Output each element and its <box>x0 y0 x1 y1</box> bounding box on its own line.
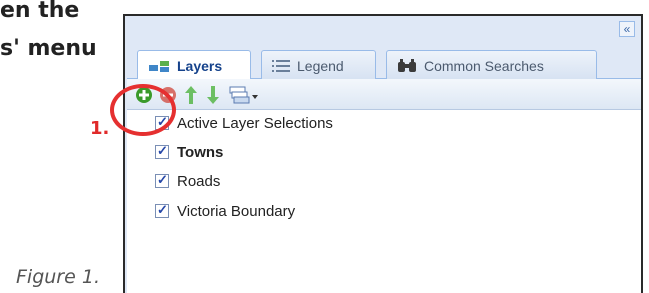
layer-row-towns[interactable]: Towns <box>155 141 223 163</box>
collapse-panel-button[interactable]: « <box>619 21 635 37</box>
tab-legend-label: Legend <box>297 57 344 74</box>
instruction-text-line-1: en the <box>0 0 80 23</box>
layer-row-victoria-boundary[interactable]: Victoria Boundary <box>155 200 295 222</box>
move-up-icon[interactable] <box>185 86 197 104</box>
layer-row-active-selections[interactable]: Active Layer Selections <box>155 112 333 134</box>
move-down-icon[interactable] <box>207 86 219 104</box>
tab-common-searches-label: Common Searches <box>424 57 544 74</box>
layers-panel: « Layers Legend Common Searches ✓ Active… <box>123 14 643 293</box>
layer-label: Active Layer Selections <box>177 114 333 132</box>
binoculars-icon <box>398 58 416 72</box>
figure-caption: Figure 1. <box>16 266 100 288</box>
highlight-circle-annotation <box>110 84 176 136</box>
tab-legend[interactable]: Legend <box>261 50 376 80</box>
layer-checkbox[interactable] <box>155 202 169 218</box>
layer-checkbox[interactable] <box>155 172 169 188</box>
layers-toolbar <box>127 79 641 110</box>
layer-label: Roads <box>177 172 221 190</box>
layer-row-roads[interactable]: Roads <box>155 170 220 192</box>
layer-options-icon[interactable] <box>229 85 259 105</box>
layer-checkbox[interactable] <box>155 143 169 159</box>
layer-label: Towns <box>177 143 224 161</box>
tab-common-searches[interactable]: Common Searches <box>386 50 597 80</box>
tab-layers-label: Layers <box>177 58 223 74</box>
instruction-text-line-2: s' menu <box>0 36 97 61</box>
panel-tabbar: Layers Legend Common Searches <box>127 46 641 81</box>
layer-label: Victoria Boundary <box>177 202 296 220</box>
layer-tree: Active Layer Selections Towns Roads Vict… <box>127 110 641 293</box>
tab-layers[interactable]: Layers <box>137 50 251 81</box>
layers-icon <box>149 61 169 72</box>
step-number-label: 1. <box>90 118 110 139</box>
legend-list-icon <box>272 59 290 72</box>
